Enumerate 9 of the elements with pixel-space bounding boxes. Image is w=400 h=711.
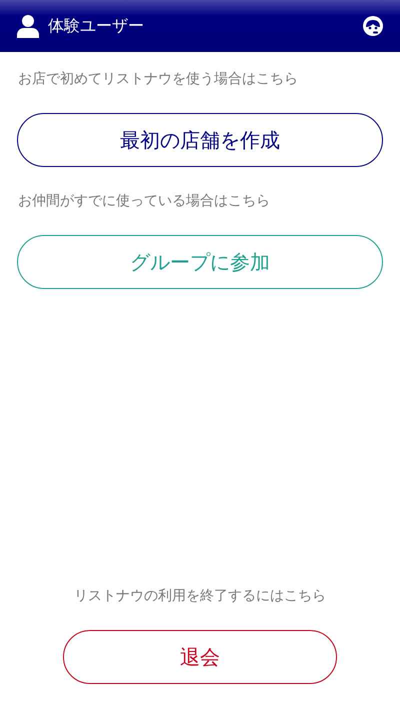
user-name: 体験ユーザー — [48, 16, 145, 36]
user-icon — [16, 14, 40, 38]
withdraw-button[interactable]: 退会 — [63, 630, 337, 684]
instruction-text: お店で初めてリストナウを使う場合はこちら — [17, 70, 299, 89]
instruction-text: リストナウの利用を終了するにはこちら — [73, 587, 327, 606]
support-icon[interactable] — [362, 15, 384, 37]
instruction-text: お仲間がすでに使っている場合はこちら — [17, 192, 271, 211]
join-group-button[interactable]: グループに参加 — [17, 235, 383, 289]
create-store-button[interactable]: 最初の店舗を作成 — [17, 113, 383, 167]
